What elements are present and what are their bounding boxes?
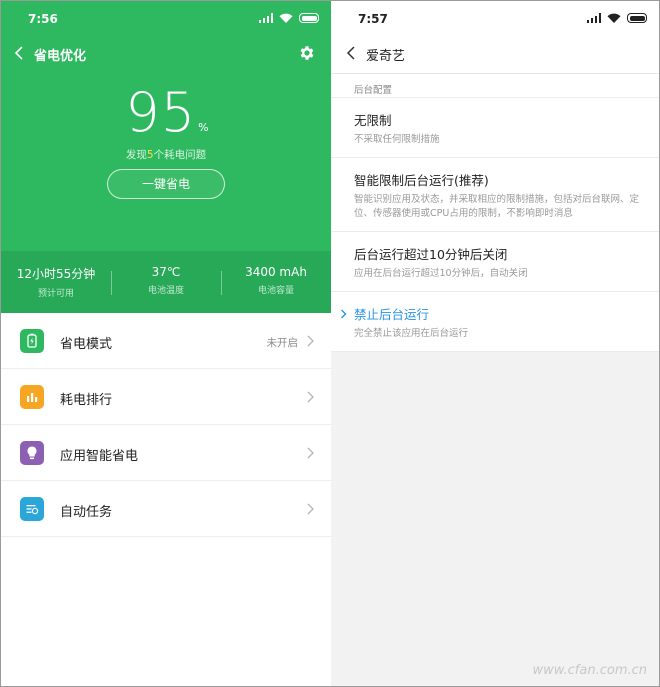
issues-suffix: 个耗电问题 — [153, 149, 207, 161]
menu-item-power-saving-mode[interactable]: 省电模式 未开启 — [1, 313, 331, 369]
wifi-icon — [607, 13, 621, 23]
stat-label: 电池容量 — [257, 286, 294, 296]
stat-battery-temperature: 37℃ 电池温度 — [111, 265, 221, 299]
menu-item-label: 耗电排行 — [60, 393, 113, 408]
status-time: 7:57 — [358, 12, 388, 26]
issues-found-text[interactable]: 发现5个耗电问题 — [1, 147, 331, 162]
background-config-list: 后台配置 无限制 不采取任何限制措施 智能限制后台运行(推荐) 智能识别应用及状… — [331, 73, 659, 352]
back-arrow-icon[interactable] — [343, 43, 361, 63]
status-icons — [258, 13, 319, 23]
battery-stats: 12小时55分钟 预计可用 37℃ 电池温度 3400 mAh 电池容量 — [1, 265, 331, 299]
menu-item-label: 应用智能省电 — [60, 449, 139, 464]
stat-value: 37℃ — [151, 265, 181, 279]
one-click-save-button[interactable]: 一键省电 — [107, 169, 225, 199]
status-icons — [586, 13, 647, 23]
stat-label: 电池温度 — [147, 286, 184, 296]
option-title: 无限制 — [354, 113, 392, 128]
task-list-icon — [20, 497, 44, 521]
menu-item-auto-tasks[interactable]: 自动任务 — [1, 481, 331, 537]
selected-chevron-icon — [341, 309, 347, 319]
option-title: 禁止后台运行 — [354, 307, 430, 322]
option-no-restriction[interactable]: 无限制 不采取任何限制措施 — [331, 98, 659, 158]
battery-icon — [299, 13, 319, 23]
wifi-icon — [279, 13, 293, 23]
chevron-right-icon — [307, 335, 314, 347]
option-forbid-background[interactable]: 禁止后台运行 完全禁止该应用在后台运行 — [331, 292, 659, 352]
stat-label: 预计可用 — [37, 289, 74, 299]
signal-icon — [586, 13, 601, 23]
issues-prefix: 发现 — [125, 149, 147, 161]
app-background-settings-screen: 7:57 爱奇艺 后台配置 无限制 不采取任何限制措施 智能限制后台运行(推荐)… — [331, 1, 659, 686]
stat-remaining-time: 12小时55分钟 预计可用 — [1, 265, 111, 299]
option-close-after-10-min[interactable]: 后台运行超过10分钟后关闭 应用在后台运行超过10分钟后，自动关闭 — [331, 232, 659, 292]
stat-value: 12小时55分钟 — [16, 267, 96, 281]
signal-icon — [258, 13, 273, 23]
page-title: 省电优化 — [34, 49, 87, 64]
option-title: 智能限制后台运行(推荐) — [354, 173, 489, 188]
menu-item-app-smart-saving[interactable]: 应用智能省电 — [1, 425, 331, 481]
option-smart-restriction[interactable]: 智能限制后台运行(推荐) 智能识别应用及状态，并采取相应的限制措施，包括对后台联… — [331, 158, 659, 232]
status-time: 7:56 — [28, 12, 58, 26]
option-description: 应用在后台运行超过10分钟后，自动关闭 — [354, 268, 528, 279]
option-title: 后台运行超过10分钟后关闭 — [354, 247, 508, 262]
ranking-chart-icon — [20, 385, 44, 409]
chevron-right-icon — [307, 503, 314, 515]
status-bar: 7:56 — [1, 1, 331, 37]
status-bar: 7:57 — [331, 1, 659, 37]
option-description: 智能识别应用及状态，并采取相应的限制措施，包括对后台联网、定位、传感器使用或CP… — [354, 194, 640, 219]
battery-percent-value: 95 — [125, 81, 197, 144]
power-saving-status: 未开启 — [266, 337, 299, 349]
stat-battery-capacity: 3400 mAh 电池容量 — [221, 265, 331, 299]
battery-menu-list: 省电模式 未开启 耗电排行 应用智能省电 自动任务 — [1, 313, 331, 537]
menu-item-power-ranking[interactable]: 耗电排行 — [1, 369, 331, 425]
option-description: 不采取任何限制措施 — [354, 134, 440, 145]
battery-percent-unit: % — [198, 121, 209, 134]
issues-count: 5 — [146, 149, 154, 161]
chevron-right-icon — [307, 391, 314, 403]
battery-percentage: 95% — [1, 81, 331, 144]
battery-optimization-screen: 7:56 省电优化 95% 发现5个耗电问题 一键省电 12小时55分钟 预计可… — [1, 1, 331, 686]
stat-value: 3400 mAh — [245, 265, 307, 279]
battery-mode-icon — [20, 329, 44, 353]
back-arrow-icon[interactable] — [11, 43, 29, 63]
chevron-right-icon — [307, 447, 314, 459]
lightbulb-icon — [20, 441, 44, 465]
page-title: 爱奇艺 — [366, 49, 406, 64]
gear-icon[interactable] — [298, 44, 316, 62]
option-description: 完全禁止该应用在后台运行 — [354, 328, 469, 339]
menu-item-label: 省电模式 — [60, 337, 113, 352]
battery-icon — [627, 13, 647, 23]
right-nav-bar: 爱奇艺 — [331, 41, 659, 67]
menu-item-label: 自动任务 — [60, 505, 113, 520]
left-nav-bar: 省电优化 — [1, 41, 331, 67]
section-label: 后台配置 — [331, 74, 659, 98]
watermark: www.cfan.com.cn — [532, 663, 647, 678]
